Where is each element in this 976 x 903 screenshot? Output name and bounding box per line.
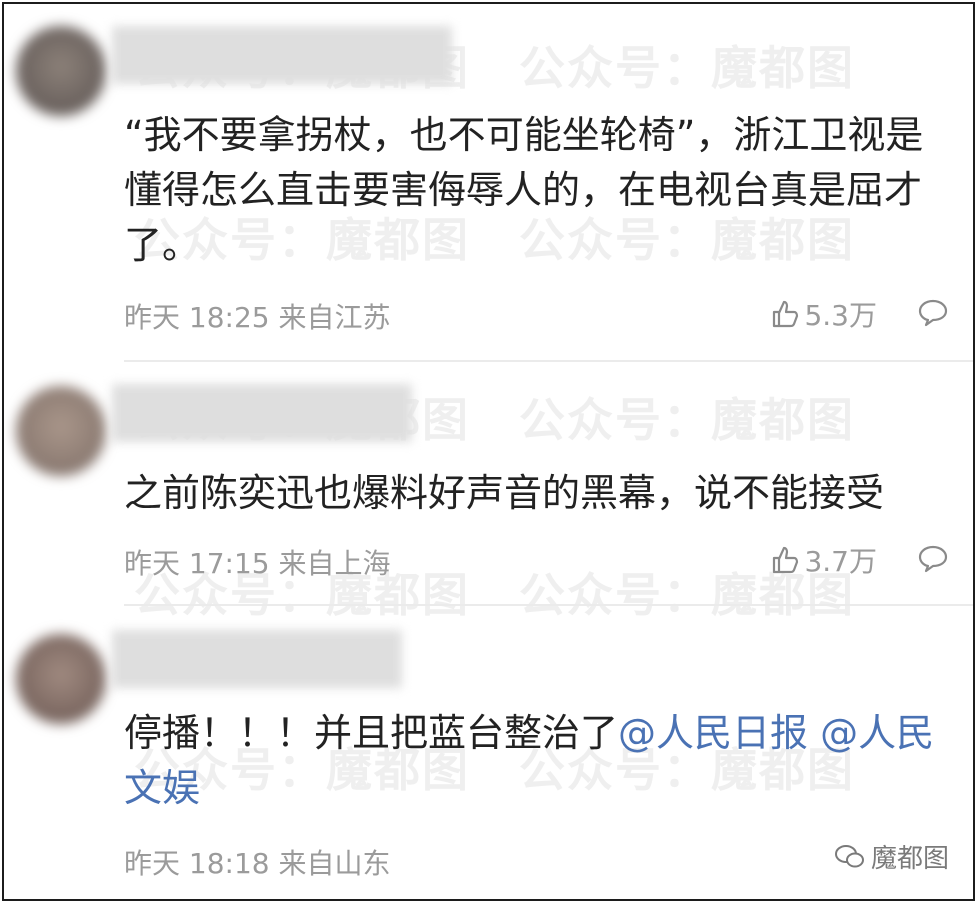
comment-location: 来自山东: [278, 847, 391, 880]
comment-text: 之前陈奕迅也爆料好声音的黑幕，说不能接受: [124, 471, 885, 515]
reply-icon[interactable]: [917, 542, 949, 574]
avatar[interactable]: [16, 386, 106, 476]
username-blurred[interactable]: [112, 384, 412, 442]
like-button[interactable]: 5.3万: [768, 294, 877, 334]
comment-meta: 昨天 18:25 来自江苏: [124, 296, 391, 336]
source-badge: 魔都图: [834, 838, 949, 875]
divider: [124, 604, 973, 606]
comment-location: 来自上海: [278, 547, 391, 580]
username-blurred[interactable]: [112, 26, 452, 84]
badge-label: 魔都图: [870, 844, 949, 874]
comment-item: 停播！！！并且把蓝台整治了@人民日报 @人民文娱 昨天 18:18 来自山东: [4, 608, 973, 899]
comment-meta: 昨天 17:15 来自上海: [124, 542, 391, 582]
avatar[interactable]: [16, 634, 106, 724]
comment-text: “我不要拿拐杖，也不可能坐轮椅”，浙江卫视是懂得怎么直击要害侮辱人的，在电视台真…: [124, 113, 924, 267]
comment-text-body: 停播！！！并且把蓝台整治了: [124, 711, 619, 755]
comment-item: 之前陈奕迅也爆料好声音的黑幕，说不能接受 昨天 17:15 来自上海 3.7万: [4, 362, 973, 608]
comment-list: 公众号：魔都图 公众号：魔都图 公众号：魔都图 公众号：魔都图 公众号：魔都图 公众号：魔…: [2, 2, 975, 901]
mention-link[interactable]: @人民日报: [618, 711, 808, 755]
like-count: 3.7万: [804, 545, 877, 578]
thumbs-up-icon: [773, 546, 799, 574]
comment-location: 来自江苏: [278, 301, 391, 334]
wechat-icon: [834, 844, 864, 867]
comment-item: “我不要拿拐杖，也不可能坐轮椅”，浙江卫视是懂得怎么直击要害侮辱人的，在电视台真…: [4, 4, 973, 364]
reply-icon[interactable]: [917, 296, 949, 328]
comment-text: 停播！！！并且把蓝台整治了@人民日报 @人民文娱: [124, 706, 954, 816]
thumbs-up-icon: [773, 300, 799, 328]
comment-time: 昨天 18:25: [124, 301, 270, 334]
comment-time: 昨天 18:18: [124, 847, 270, 880]
like-count: 5.3万: [804, 299, 877, 332]
username-blurred[interactable]: [112, 630, 402, 688]
avatar[interactable]: [16, 26, 106, 116]
comment-meta: 昨天 18:18 来自山东: [124, 842, 391, 882]
like-button[interactable]: 3.7万: [768, 540, 877, 580]
comment-time: 昨天 17:15: [124, 547, 270, 580]
